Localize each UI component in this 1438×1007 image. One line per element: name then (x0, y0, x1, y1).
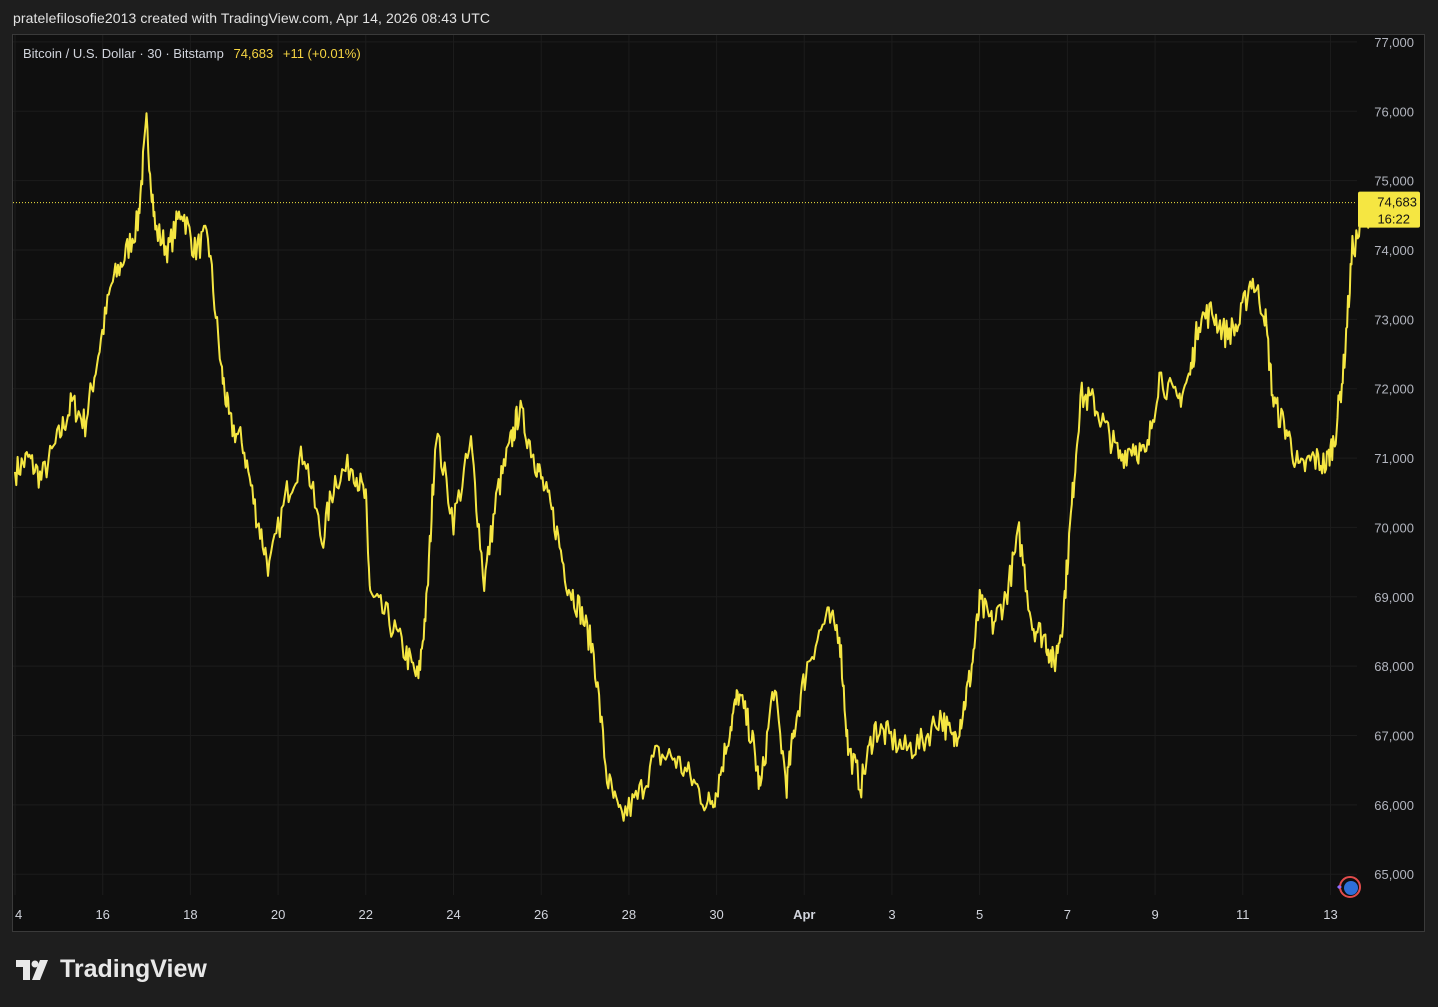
price-tick-label: 71,000 (1374, 451, 1414, 466)
price-tick-label: 66,000 (1374, 798, 1414, 813)
chart-attribution: pratelefilosofie2013 created with Tradin… (13, 10, 491, 26)
time-tick-label: 4 (15, 907, 22, 922)
time-tick-label: 28 (622, 907, 636, 922)
price-tick-label: 77,000 (1374, 35, 1414, 50)
time-tick-label: 5 (976, 907, 983, 922)
time-tick-label: 9 (1151, 907, 1158, 922)
time-tick-label: 3 (888, 907, 895, 922)
sparkle-icon (1337, 885, 1342, 889)
price-tick-label: 74,000 (1374, 243, 1414, 258)
time-tick-label: 7 (1064, 907, 1071, 922)
price-tick-label: 76,000 (1374, 104, 1414, 119)
feed-icon-globe (1344, 881, 1358, 895)
time-tick-label: 22 (359, 907, 373, 922)
last-price-label: 74,683 (1377, 195, 1417, 210)
time-tick-label: 18 (183, 907, 197, 922)
tradingview-logo-icon (16, 959, 48, 980)
bar-countdown: 16:22 (1377, 212, 1410, 227)
price-series (14, 112, 1382, 822)
time-tick-label: 24 (446, 907, 460, 922)
price-tick-label: 68,000 (1374, 659, 1414, 674)
price-tick-label: 70,000 (1374, 520, 1414, 535)
price-line (14, 112, 1380, 822)
price-tick-label: 69,000 (1374, 590, 1414, 605)
tradingview-logo-text: TradingView (60, 955, 207, 983)
chart-panel[interactable]: 77,000 76,000 75,000 74,000 73,000 72,000 71,0… (12, 34, 1425, 932)
price-tick-label: 65,000 (1374, 867, 1414, 882)
time-tick-label: Apr (793, 907, 815, 922)
news-feed-icon[interactable] (1337, 876, 1361, 898)
symbol-description: Bitcoin / U.S. Dollar · 30 · Bitstamp (23, 46, 224, 61)
last-price-badge: 74,683 16:22 (1358, 191, 1420, 228)
price-tick-label: 73,000 (1374, 312, 1414, 327)
legend-change: +11 (+0.01%) (282, 46, 361, 61)
legend-price: 74,683 (233, 46, 274, 61)
tradingview-logo[interactable]: TradingView (16, 955, 207, 984)
time-tick-label: 30 (709, 907, 723, 922)
price-axis[interactable]: 77,000 76,000 75,000 74,000 73,000 72,000 71,0… (1374, 35, 1414, 882)
grid (13, 35, 1357, 895)
price-chart[interactable]: 77,000 76,000 75,000 74,000 73,000 72,000 71,0… (13, 35, 1424, 931)
price-tick-label: 75,000 (1374, 174, 1414, 189)
time-tick-label: 13 (1323, 907, 1337, 922)
time-tick-label: 20 (271, 907, 285, 922)
price-tick-label: 72,000 (1374, 382, 1414, 397)
time-tick-label: 11 (1236, 907, 1250, 922)
time-tick-label: 16 (95, 907, 109, 922)
symbol-legend[interactable]: Bitcoin / U.S. Dollar · 30 · Bitstamp 74… (23, 46, 361, 61)
time-axis[interactable]: 4 16 18 20 22 24 26 28 30 Apr 3 5 7 9 11 13 (15, 907, 1338, 922)
price-tick-label: 67,000 (1374, 728, 1414, 743)
time-tick-label: 26 (534, 907, 548, 922)
